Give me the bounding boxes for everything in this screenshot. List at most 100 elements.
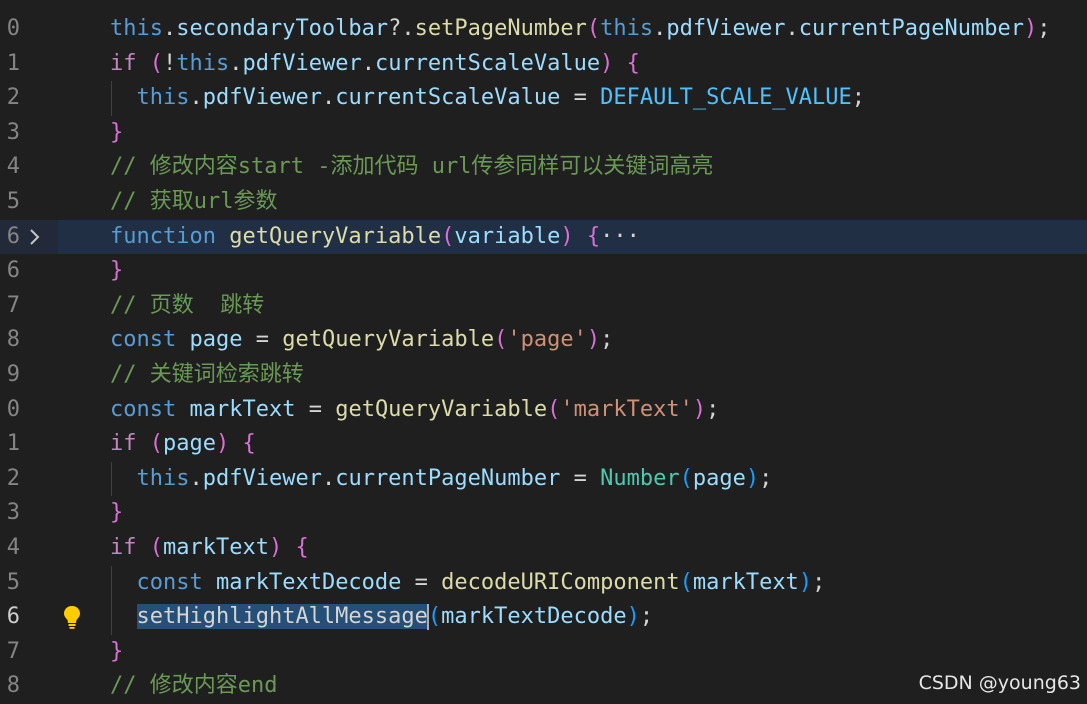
code-token: 'page' (507, 327, 587, 353)
code-token: const (110, 396, 177, 422)
code-token: page (692, 465, 746, 491)
code-token: = (560, 85, 601, 111)
code-text: this.pdfViewer.currentScaleValue = DEFAU… (110, 81, 866, 116)
code-token: ) (1023, 16, 1038, 41)
code-token: ( (149, 535, 163, 560)
code-token: } (110, 638, 124, 664)
code-token: // 关键词检索跳转 (110, 362, 304, 387)
code-token: ( (586, 16, 601, 41)
code-line[interactable]: 4 // 修改内容start -添加代码 url传参同样可以关键词高亮 (0, 150, 1087, 185)
code-line[interactable]: 0 this.secondaryToolbar?.setPageNumber(th… (0, 12, 1087, 47)
line-number: 9 (6, 362, 20, 387)
code-line[interactable]: 6 setHighlightAllMessage(markTextDecode)… (0, 600, 1087, 635)
code-token: { (242, 431, 256, 457)
code-line[interactable]: 6 function getQueryVariable(variable) {··… (0, 219, 1087, 255)
code-line[interactable]: 1 if (page) { (0, 427, 1087, 462)
code-token: this (136, 85, 190, 111)
code-line[interactable]: 8 const page = getQueryVariable('page'); (0, 323, 1087, 358)
code-token: ) (586, 327, 601, 353)
code-token: getQueryVariable (335, 396, 548, 422)
code-token: // 页数 跳转 (110, 292, 265, 318)
code-token: markTextDecode (215, 569, 402, 595)
code-token: ( (547, 396, 561, 422)
code-token: getQueryVariable (229, 223, 442, 249)
code-token: 'markText' (560, 396, 693, 422)
code-text: // 关键词检索跳转 (110, 358, 304, 393)
code-token: . (785, 16, 799, 41)
code-token: ) (600, 50, 614, 76)
code-token: getQueryVariable (282, 327, 495, 353)
code-line[interactable]: 5 // 获取url参数 (0, 185, 1087, 220)
code-token: this (176, 50, 230, 76)
code-token: . (321, 85, 336, 111)
code-token: setPageNumber (414, 16, 587, 41)
code-line[interactable]: 0 const markText = getQueryVariable('mark… (0, 393, 1087, 428)
code-token: secondaryToolbar (176, 16, 389, 41)
code-token: ; (759, 465, 773, 491)
code-token: { (626, 50, 640, 76)
code-token: . (189, 85, 203, 111)
code-token: { (295, 535, 309, 560)
code-text: // 修改内容start -添加代码 url传参同样可以关键词高亮 (110, 150, 713, 185)
code-token: currentScaleValue (335, 85, 561, 111)
code-text: const markText = getQueryVariable('markT… (110, 393, 719, 428)
code-token: page (189, 327, 243, 353)
code-token: if (110, 535, 137, 560)
code-token: this (110, 16, 163, 41)
code-token: ) (745, 465, 760, 491)
code-token: pdfViewer (202, 465, 322, 491)
code-text: } (110, 635, 123, 670)
code-line[interactable]: 5 const markTextDecode = decodeURICompon… (0, 566, 1087, 601)
line-number: 6 (6, 604, 20, 630)
code-line[interactable]: 9 // 关键词检索跳转 (0, 358, 1087, 393)
code-line[interactable]: 3} (0, 496, 1087, 531)
code-text: this.pdfViewer.currentPageNumber = Numbe… (110, 462, 773, 497)
code-token: = (401, 569, 442, 595)
line-number: 4 (6, 535, 20, 560)
code-token: pdfViewer (666, 16, 786, 41)
lightbulb-icon[interactable] (62, 605, 82, 629)
code-editor[interactable]: 0 this.secondaryToolbar?.setPageNumber(th… (0, 0, 1087, 700)
code-text: function getQueryVariable(variable) {··· (110, 220, 640, 255)
line-number: 2 (6, 85, 20, 111)
indent-guide (111, 81, 112, 116)
code-text: } (110, 116, 123, 151)
code-text: if (markText) { (110, 531, 309, 566)
code-line[interactable]: 1 if (!this.pdfViewer.currentScaleValue) … (0, 47, 1087, 82)
code-token: this (136, 465, 190, 491)
code-token: // 修改内容end (110, 673, 278, 699)
code-token: . (321, 465, 336, 491)
line-number: 2 (6, 465, 20, 491)
code-line[interactable]: 6} (0, 254, 1087, 289)
code-text: } (110, 496, 123, 531)
code-text: // 获取url参数 (110, 185, 277, 220)
code-token: page (163, 431, 216, 457)
code-line[interactable]: 2 this.pdfViewer.currentPageNumber = Num… (0, 462, 1087, 497)
code-line[interactable]: 7} (0, 635, 1087, 670)
code-token: ( (494, 327, 508, 353)
code-line[interactable]: 3} (0, 116, 1087, 151)
code-text: const page = getQueryVariable('page'); (110, 323, 613, 358)
code-token: } (110, 500, 124, 526)
line-number: 3 (6, 500, 20, 526)
code-token: . (361, 50, 375, 76)
code-line[interactable]: 4 if (markText) { (0, 531, 1087, 566)
code-token: decodeURIComponent (441, 569, 680, 595)
indent-guide (111, 461, 112, 497)
code-text: setHighlightAllMessage(markTextDecode); (110, 600, 653, 635)
code-token: ( (679, 465, 693, 491)
code-line[interactable]: 2 this.pdfViewer.currentScaleValue = DEF… (0, 81, 1087, 116)
code-token: variable (454, 223, 561, 249)
code-token: = (242, 327, 283, 353)
code-token: ; (1037, 16, 1051, 41)
code-token: markText (189, 396, 296, 422)
code-line[interactable]: 7 // 页数 跳转 (0, 289, 1087, 324)
